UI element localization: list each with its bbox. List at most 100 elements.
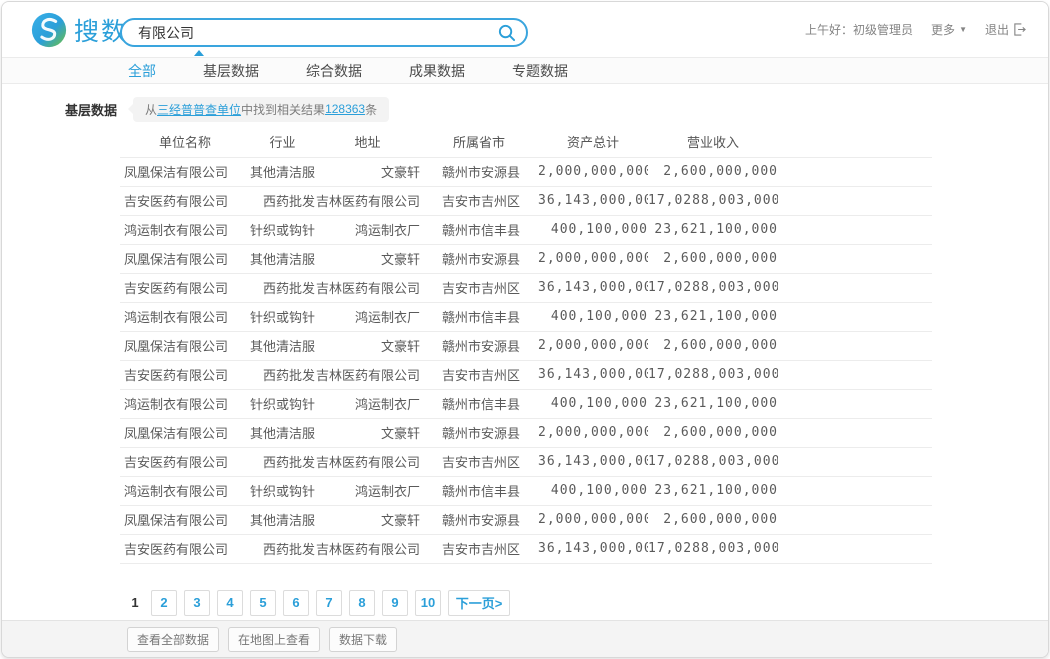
cell-revenue: 17,0288,003,000: [648, 273, 778, 302]
cell-industry: 针织或钩针: [250, 215, 315, 244]
col-header-unit-name: 单位名称: [120, 127, 250, 157]
cell-industry: 其他清洁服: [250, 244, 315, 273]
cell-assets: 36,143,000,000: [538, 273, 648, 302]
cell-region: 吉安市吉州区: [420, 534, 538, 563]
page-button[interactable]: 10: [415, 590, 441, 616]
cell-industry: 针织或钩针: [250, 302, 315, 331]
cell-revenue: 23,621,100,000: [648, 389, 778, 418]
col-header-address: 地址: [315, 127, 420, 157]
cell-revenue: 2,600,000,000: [648, 157, 778, 186]
view-all-data-button[interactable]: 查看全部数据: [127, 627, 219, 652]
cell-industry: 针织或钩针: [250, 389, 315, 418]
cell-revenue: 23,621,100,000: [648, 476, 778, 505]
cell-address: 文豪轩: [315, 505, 420, 534]
table-row[interactable]: 凤凰保洁有限公司 其他清洁服 文豪轩 赣州市安源县 2,000,000,000 …: [120, 418, 932, 447]
tab-basic-data[interactable]: 基层数据: [203, 61, 259, 81]
cell-revenue: 23,621,100,000: [648, 302, 778, 331]
cell-region: 吉安市吉州区: [420, 447, 538, 476]
result-summary: 从 三经普普查单位 中找到相关结果 128363 条: [133, 97, 389, 122]
search-input[interactable]: [138, 25, 497, 41]
table-body: 凤凰保洁有限公司 其他清洁服 文豪轩 赣州市安源县 2,000,000,000 …: [120, 157, 932, 563]
cell-address: 吉林医药有限公司: [315, 534, 420, 563]
cell-industry: 其他清洁服: [250, 331, 315, 360]
page-button[interactable]: 3: [184, 590, 210, 616]
cell-unit-name: 凤凰保洁有限公司: [120, 418, 250, 447]
table-row[interactable]: 凤凰保洁有限公司 其他清洁服 文豪轩 赣州市安源县 2,000,000,000 …: [120, 505, 932, 534]
cell-region: 吉安市吉州区: [420, 360, 538, 389]
cell-region: 赣州市安源县: [420, 244, 538, 273]
cell-revenue: 17,0288,003,000: [648, 447, 778, 476]
cell-assets: 2,000,000,000: [538, 244, 648, 273]
result-count-link[interactable]: 128363: [325, 102, 365, 116]
cell-revenue: 2,600,000,000: [648, 331, 778, 360]
tab-achievement-data[interactable]: 成果数据: [409, 61, 465, 81]
page-button[interactable]: 5: [250, 590, 276, 616]
col-header-industry: 行业: [250, 127, 315, 157]
cell-address: 文豪轩: [315, 418, 420, 447]
cell-industry: 西药批发: [250, 534, 315, 563]
more-menu[interactable]: 更多 ▼: [931, 21, 967, 38]
table-row[interactable]: 凤凰保洁有限公司 其他清洁服 文豪轩 赣州市安源县 2,000,000,000 …: [120, 244, 932, 273]
tab-all[interactable]: 全部: [128, 61, 156, 81]
table-row[interactable]: 鸿运制衣有限公司 针织或钩针 鸿运制衣厂 赣州市信丰县 400,100,000 …: [120, 389, 932, 418]
logout-button[interactable]: 退出: [985, 21, 1026, 38]
cell-region: 赣州市信丰县: [420, 302, 538, 331]
results-table: 单位名称 行业 地址 所属省市 资产总计 营业收入 凤凰保洁有限公司 其他清洁服…: [120, 127, 932, 564]
cell-unit-name: 鸿运制衣有限公司: [120, 389, 250, 418]
page-button[interactable]: 4: [217, 590, 243, 616]
page-button[interactable]: 2: [151, 590, 177, 616]
cell-address: 文豪轩: [315, 331, 420, 360]
cell-revenue: 23,621,100,000: [648, 215, 778, 244]
cell-unit-name: 凤凰保洁有限公司: [120, 331, 250, 360]
table-row[interactable]: 鸿运制衣有限公司 针织或钩针 鸿运制衣厂 赣州市信丰县 400,100,000 …: [120, 476, 932, 505]
source-link[interactable]: 三经普普查单位: [157, 101, 241, 118]
table-row[interactable]: 吉安医药有限公司 西药批发 吉林医药有限公司 吉安市吉州区 36,143,000…: [120, 186, 932, 215]
cell-assets: 2,000,000,000: [538, 331, 648, 360]
page-button[interactable]: 7: [316, 590, 342, 616]
col-header-revenue: 营业收入: [648, 127, 778, 157]
search-button[interactable]: [497, 23, 516, 42]
page-button[interactable]: 9: [382, 590, 408, 616]
table-row[interactable]: 吉安医药有限公司 西药批发 吉林医药有限公司 吉安市吉州区 36,143,000…: [120, 360, 932, 389]
cell-address: 文豪轩: [315, 157, 420, 186]
cell-region: 赣州市安源县: [420, 157, 538, 186]
logout-label: 退出: [985, 21, 1009, 38]
cell-revenue: 2,600,000,000: [648, 505, 778, 534]
cell-unit-name: 凤凰保洁有限公司: [120, 505, 250, 534]
cell-assets: 400,100,000: [538, 389, 648, 418]
app-window: 搜数 上午好：初级管理员 更多 ▼ 退出: [1, 1, 1049, 658]
cell-address: 吉林医药有限公司: [315, 447, 420, 476]
table-row[interactable]: 凤凰保洁有限公司 其他清洁服 文豪轩 赣州市安源县 2,000,000,000 …: [120, 157, 932, 186]
page-button[interactable]: 8: [349, 590, 375, 616]
table-row[interactable]: 鸿运制衣有限公司 针织或钩针 鸿运制衣厂 赣州市信丰县 400,100,000 …: [120, 302, 932, 331]
cell-region: 赣州市信丰县: [420, 215, 538, 244]
cell-unit-name: 吉安医药有限公司: [120, 447, 250, 476]
cell-assets: 400,100,000: [538, 476, 648, 505]
cell-address: 鸿运制衣厂: [315, 389, 420, 418]
cell-revenue: 17,0288,003,000: [648, 534, 778, 563]
cell-address: 鸿运制衣厂: [315, 476, 420, 505]
view-on-map-button[interactable]: 在地图上查看: [228, 627, 320, 652]
search-box: [120, 18, 528, 47]
table-row[interactable]: 吉安医药有限公司 西药批发 吉林医药有限公司 吉安市吉州区 36,143,000…: [120, 534, 932, 563]
cell-industry: 西药批发: [250, 273, 315, 302]
tab-special-data[interactable]: 专题数据: [512, 61, 568, 81]
chevron-down-icon: ▼: [959, 25, 967, 34]
tab-comprehensive-data[interactable]: 综合数据: [306, 61, 362, 81]
logo[interactable]: 搜数: [30, 11, 128, 49]
table-row[interactable]: 吉安医药有限公司 西药批发 吉林医药有限公司 吉安市吉州区 36,143,000…: [120, 273, 932, 302]
tab-bar: 全部 基层数据 综合数据 成果数据 专题数据: [2, 57, 1048, 84]
user-greeting: 上午好：初级管理员: [805, 21, 913, 38]
bubble-arrow-icon: [128, 104, 133, 114]
cell-region: 赣州市信丰县: [420, 476, 538, 505]
cell-unit-name: 吉安医药有限公司: [120, 534, 250, 563]
download-data-button[interactable]: 数据下载: [329, 627, 397, 652]
more-label: 更多: [931, 21, 955, 38]
cell-assets: 36,143,000,000: [538, 534, 648, 563]
page-button[interactable]: 6: [283, 590, 309, 616]
table-row[interactable]: 凤凰保洁有限公司 其他清洁服 文豪轩 赣州市安源县 2,000,000,000 …: [120, 331, 932, 360]
table-row[interactable]: 鸿运制衣有限公司 针织或钩针 鸿运制衣厂 赣州市信丰县 400,100,000 …: [120, 215, 932, 244]
cell-industry: 西药批发: [250, 447, 315, 476]
table-row[interactable]: 吉安医药有限公司 西药批发 吉林医药有限公司 吉安市吉州区 36,143,000…: [120, 447, 932, 476]
next-page-button[interactable]: 下一页>: [448, 590, 510, 616]
